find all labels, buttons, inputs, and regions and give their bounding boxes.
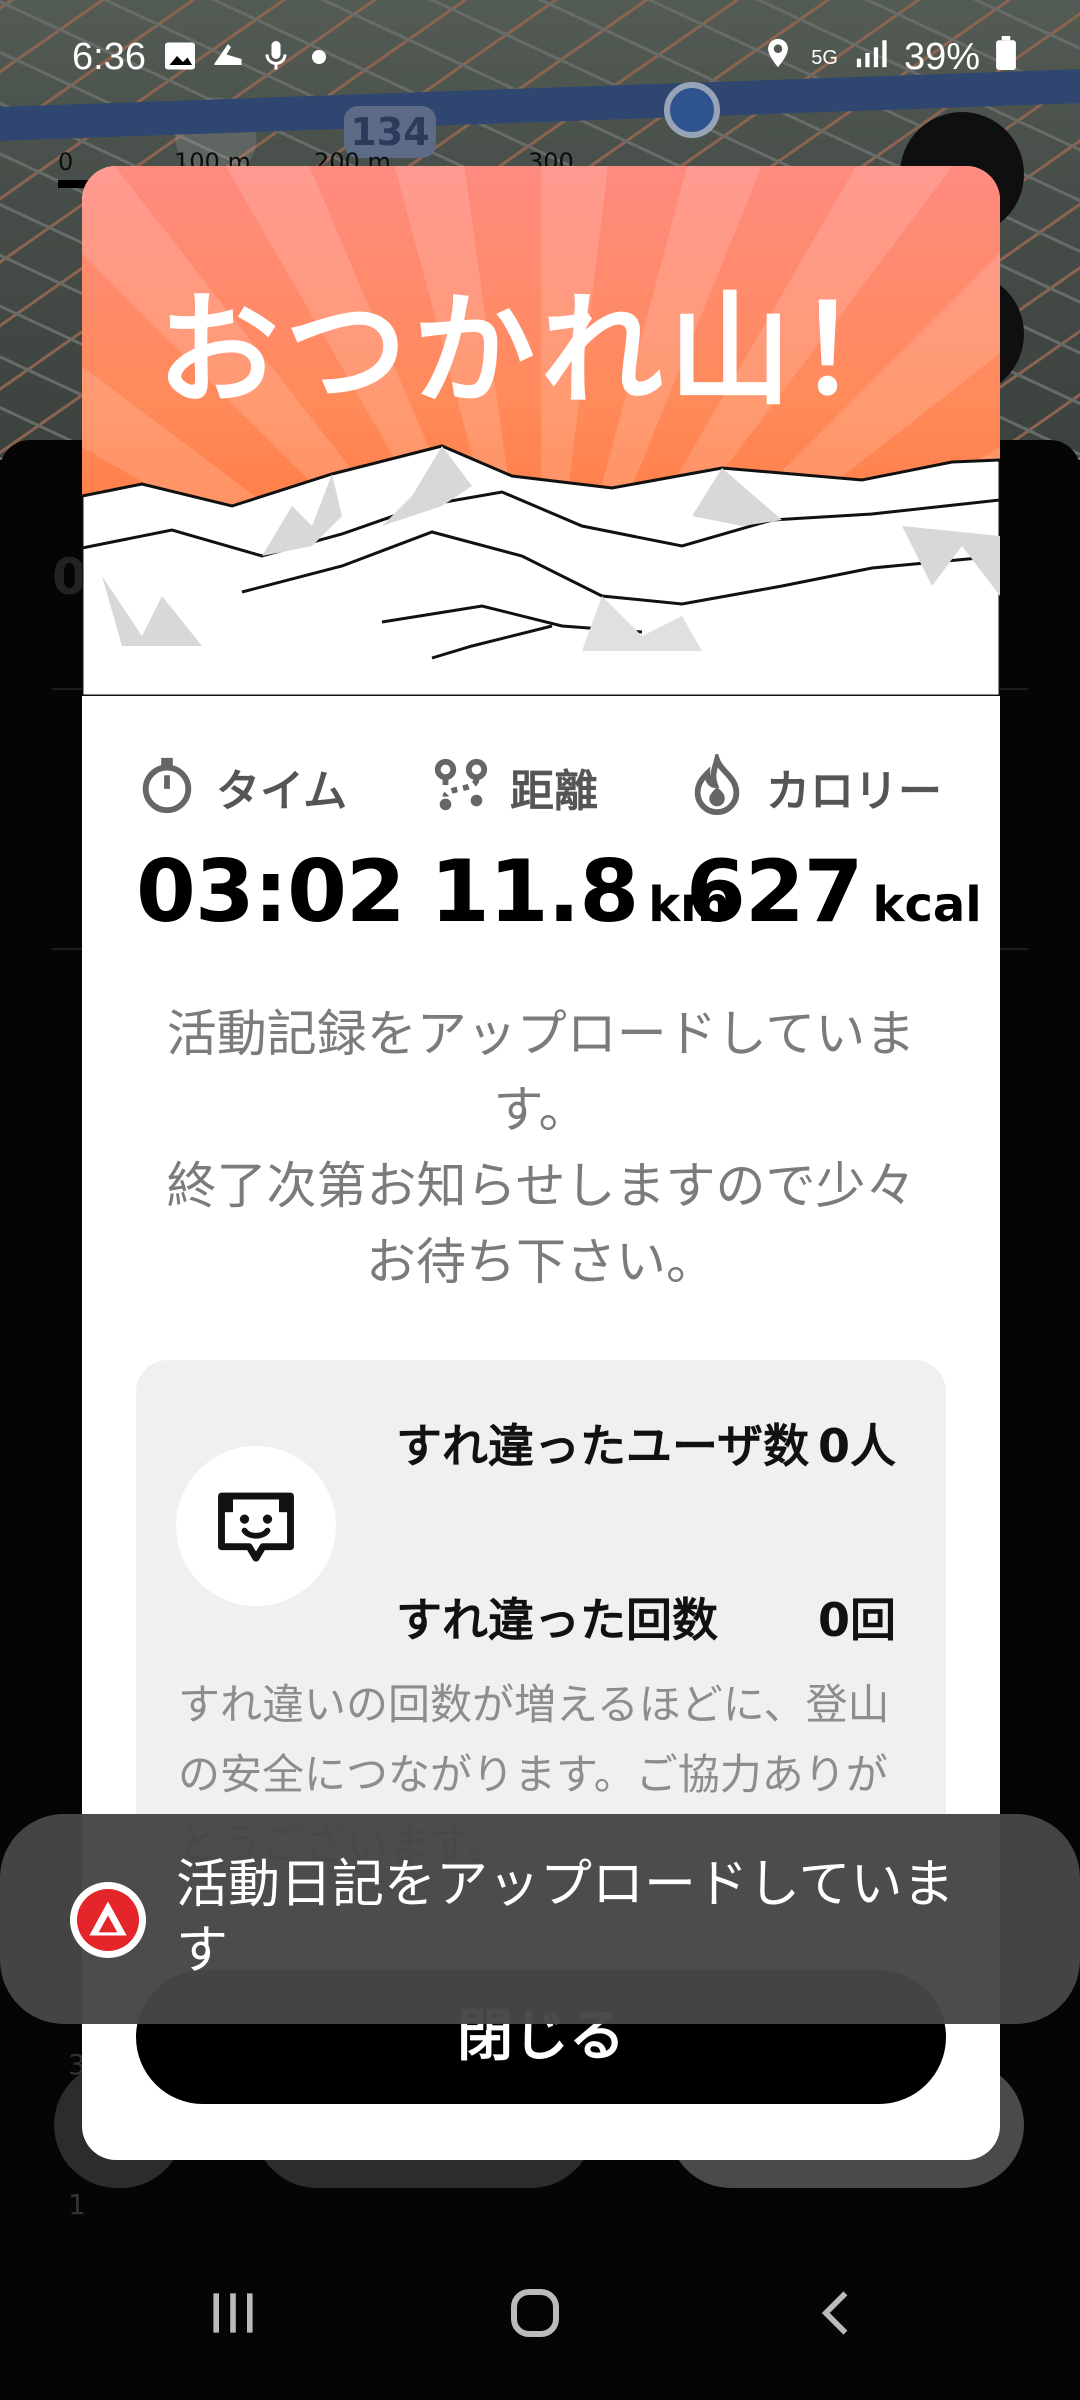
upload-message-line: 終了次第お知らせしますので少々お待ち下さい。 [166, 1157, 916, 1291]
status-time: 6:36 [72, 36, 146, 78]
scale-label: 0 [58, 148, 74, 176]
dialog-hero-banner: おつかれ山！ [82, 166, 1000, 696]
dog-face-chat-icon [176, 1446, 336, 1606]
stat-calories-label: カロリー [766, 766, 942, 817]
home-button[interactable] [480, 2260, 590, 2370]
shoe-icon [210, 38, 246, 74]
location-icon [761, 36, 795, 79]
toast-message: 活動日記をアップロードしています [176, 1855, 955, 1981]
encounter-users-row: すれ違ったユーザ数 0人 [396, 1408, 896, 1484]
flame-icon [686, 749, 748, 820]
stat-calories-value: 627 [686, 842, 864, 942]
encounter-users-label: すれ違ったユーザ数 [396, 1419, 810, 1473]
encounter-count-row: すれ違った回数 0回 [396, 1582, 896, 1658]
dialog-title: おつかれ山！ [157, 280, 925, 422]
gallery-icon [162, 38, 198, 74]
upload-toast: 活動日記をアップロードしています [0, 1814, 1080, 2024]
upload-message-line: 活動記録をアップロードしています。 [166, 1005, 916, 1139]
upload-status-message: 活動記録をアップロードしています。 終了次第お知らせしますので少々お待ち下さい。 [142, 996, 940, 1300]
system-navigation-bar [0, 2230, 1080, 2400]
stat-time-label: タイム [216, 766, 348, 817]
network-type: 5G [811, 46, 838, 69]
encounter-count-value: 0回 [817, 1593, 896, 1647]
yamap-logo-icon [70, 1882, 146, 1958]
stopwatch-icon [136, 754, 198, 820]
battery-icon [996, 36, 1016, 79]
route-icon [430, 754, 492, 820]
activity-stats: タイム 03:02 距離 11.8 km カロリー 627 kcal [82, 744, 1000, 964]
home-icon [505, 2283, 565, 2347]
mountains-illustration [82, 444, 1000, 696]
stat-calories: カロリー 627 kcal [686, 744, 982, 942]
stat-distance-label: 距離 [510, 766, 598, 817]
recents-icon [205, 2285, 261, 2345]
recents-button[interactable] [178, 2260, 288, 2370]
status-bar: 6:36 5G 39% [0, 0, 1080, 120]
stat-distance-value: 11.8 [430, 842, 639, 942]
signal-icon [854, 36, 888, 79]
back-button[interactable] [782, 2260, 892, 2370]
back-icon [809, 2285, 865, 2345]
notification-dot-icon [312, 50, 326, 64]
battery-percent: 39% [903, 36, 980, 78]
stat-calories-unit: kcal [872, 877, 982, 933]
encounter-users-value: 0人 [817, 1419, 896, 1473]
microphone-icon [258, 38, 294, 74]
stat-time-value: 03:02 [136, 842, 406, 942]
stat-time: タイム 03:02 [136, 744, 406, 942]
